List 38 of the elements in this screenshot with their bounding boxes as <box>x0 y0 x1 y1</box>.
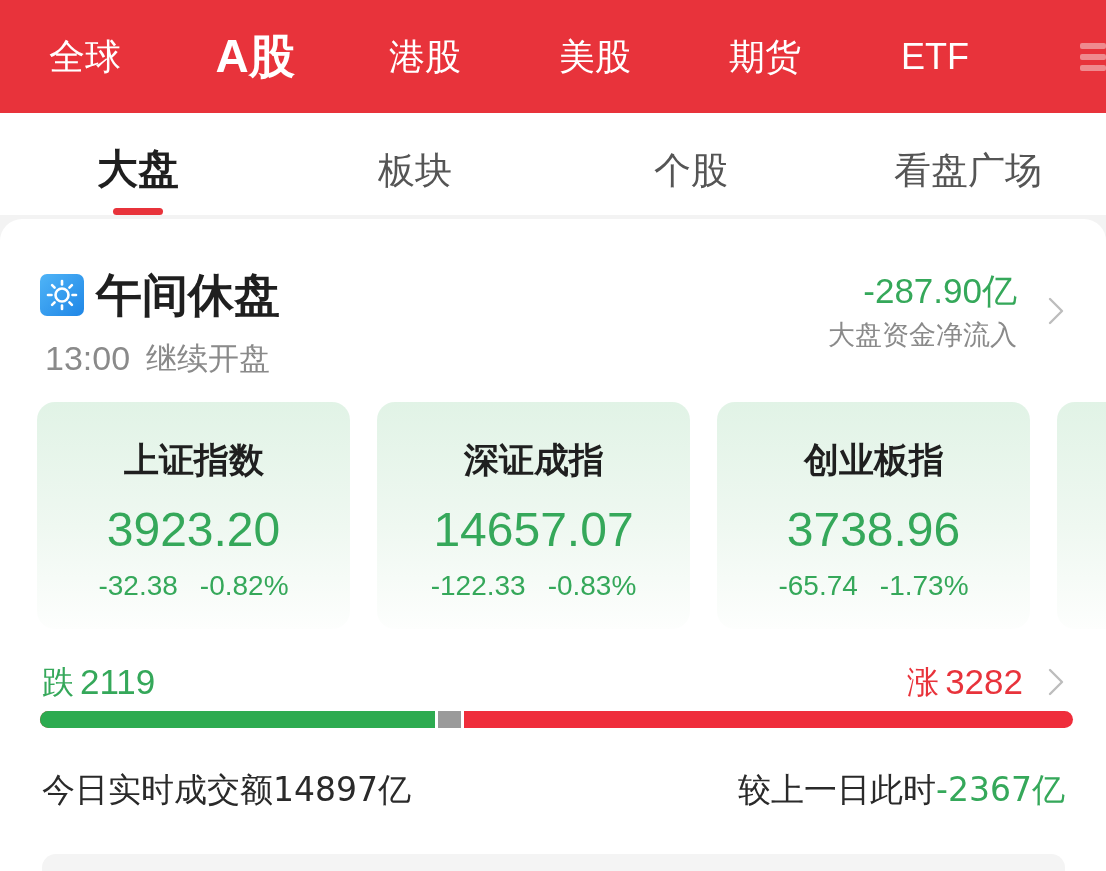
fund-flow-label: 大盘资金净流入 <box>828 319 1017 351</box>
index-change: -122.33 <box>430 570 526 602</box>
compare-value: -2367亿 <box>936 770 1065 810</box>
index-percent: -1.73% <box>879 570 969 602</box>
index-change: -32.38 <box>98 570 178 602</box>
sub-tab[interactable]: 个股 <box>654 151 729 215</box>
advance-label: 涨 <box>907 662 940 702</box>
decline-count: 2119 <box>80 662 156 702</box>
market-tab[interactable]: 期货 <box>729 34 801 79</box>
index-name: 深证成指 <box>463 440 604 480</box>
index-percent: -0.82% <box>199 570 289 602</box>
market-tab[interactable]: A股 <box>215 28 295 85</box>
decline-label: 跌 <box>42 662 74 702</box>
compare-label: 较上一日此时 <box>738 770 937 810</box>
resume-time: 13:00 <box>45 339 131 377</box>
chevron-right-icon[interactable] <box>1047 667 1065 697</box>
market-tab[interactable]: ETF <box>901 34 969 79</box>
index-value: 3923.20 <box>106 504 281 556</box>
resume-note: 继续开盘 <box>146 339 271 377</box>
sub-tab[interactable]: 板块 <box>377 151 452 215</box>
fund-flow-value: -287.90亿 <box>863 271 1017 311</box>
index-change: -65.74 <box>778 570 858 602</box>
index-name: 上证指数 <box>123 440 264 480</box>
advance-count: 3282 <box>945 662 1023 702</box>
market-tab[interactable]: 美股 <box>559 34 631 79</box>
sun-icon <box>40 274 84 316</box>
sub-tab[interactable]: 大盘 <box>97 146 180 215</box>
index-name: 创业板指 <box>803 440 944 480</box>
menu-icon[interactable] <box>1080 42 1106 71</box>
index-value: 14657.07 <box>433 504 634 556</box>
sub-tab[interactable]: 看盘广场 <box>893 151 1042 215</box>
chevron-right-icon[interactable] <box>1047 296 1065 326</box>
turnover-text: 今日实时成交额14897亿 <box>42 770 411 810</box>
market-tab[interactable]: 港股 <box>389 34 461 79</box>
index-value: 3738.96 <box>786 504 961 556</box>
index-percent: -0.83% <box>547 570 637 602</box>
session-status: 午间休盘 <box>96 271 280 319</box>
market-tab[interactable]: 全球 <box>49 34 121 79</box>
